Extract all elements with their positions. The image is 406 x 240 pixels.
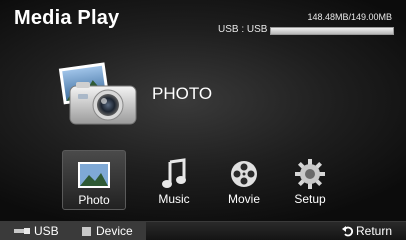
photo-icon [78,162,110,188]
footer-return-button[interactable]: Return [342,224,392,238]
footer-device-button[interactable]: Device [82,224,133,238]
menu-item-label: Music [158,192,190,206]
menu-item-label: Movie [227,192,260,206]
footer-device-label: Device [96,224,133,238]
usb-device-label: USB : USB [218,24,268,35]
photo-camera-icon [58,62,137,125]
gear-icon [295,159,325,189]
menu-item-photo[interactable]: Photo [62,150,126,210]
music-note-icon [162,158,186,188]
footer-usb-button[interactable]: USB [14,224,59,238]
app-title: Media Play [14,7,120,29]
usb-storage-size: 148.48MB/149.00MB [307,12,392,22]
footer-return-label: Return [356,224,393,238]
usb-storage-bar [270,27,394,35]
usb-plug-icon [14,228,30,234]
menu-item-label: Setup [294,192,326,206]
media-play-screen: Media Play USB : USB 148.48MB/149.00MB P… [0,0,406,240]
menu-item-music[interactable]: Music [142,150,206,210]
footer-usb-label: USB [34,224,59,238]
device-square-icon [82,226,91,236]
film-reel-icon [231,161,257,187]
media-menu: Photo Music Movie Setup [62,150,362,212]
footer-bar: USB Device Return [0,221,406,240]
menu-item-label: Photo [78,193,110,207]
usb-storage-bar-fill [271,28,393,34]
menu-item-setup[interactable]: Setup [278,150,342,210]
return-arrow-icon [342,225,353,236]
menu-item-movie[interactable]: Movie [212,150,276,210]
hero-label: PHOTO [152,84,213,103]
